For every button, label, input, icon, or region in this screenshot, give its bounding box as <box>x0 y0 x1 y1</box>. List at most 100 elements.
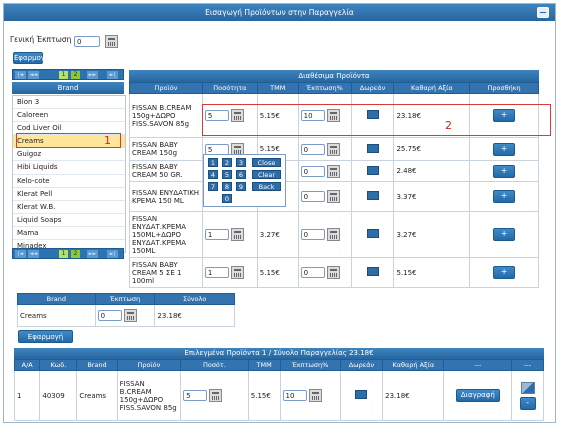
prev-page-button[interactable]: ◄◄ <box>28 250 39 258</box>
col-free: Δωρεάν <box>339 359 384 371</box>
calculator-icon[interactable] <box>231 266 245 279</box>
key-5[interactable]: 5 <box>222 170 232 179</box>
discount-input[interactable]: 0 <box>300 267 325 278</box>
discount-input[interactable]: 0 <box>300 229 325 240</box>
brand-item[interactable]: Mama <box>13 227 125 241</box>
collapse-icon[interactable] <box>537 7 549 18</box>
table-header-row: Brand Έκπτωση Σύνολο <box>17 293 235 305</box>
add-button[interactable]: + <box>493 190 516 203</box>
col-net-value: Καθαρή Αξία <box>382 359 445 371</box>
page-1-button[interactable]: 1 <box>59 250 68 258</box>
calculator-icon[interactable] <box>105 35 118 48</box>
key-1[interactable]: 1 <box>208 158 218 167</box>
table-row: FISSAN BABY CREAM 5 ΣΕ 1 100ml 1 5.15€ 0… <box>129 257 539 288</box>
apply-brand-discount-button[interactable]: Εφαρμογή <box>18 330 73 343</box>
col-aa: Α/Α <box>13 359 41 371</box>
table-row: FISSAN ΕΝΥΔΑΤ.ΚΡΕΜΑ 150ML+ΔΩΡΟ ΕΝΥΔΑΤ.ΚΡ… <box>129 211 539 258</box>
row-brand: Creams <box>76 370 118 421</box>
row-code: 40309 <box>39 370 78 421</box>
last-page-button[interactable]: ►| <box>107 71 118 79</box>
quantity-input[interactable]: 5 <box>204 143 229 155</box>
last-page-button[interactable]: ►| <box>107 250 118 258</box>
row-tmm: 5.15€ <box>247 370 281 421</box>
product-name: FISSAN BABY CREAM 5 ΣΕ 1 100ml <box>129 257 203 288</box>
delete-button[interactable]: Διαγραφή <box>455 389 500 402</box>
first-page-button[interactable]: |◄ <box>15 250 26 258</box>
free-cell <box>339 370 384 421</box>
key-2[interactable]: 2 <box>222 158 232 167</box>
free-toggle[interactable] <box>366 143 379 153</box>
discount-cell: 10 <box>279 370 341 421</box>
next-page-button[interactable]: ►► <box>87 250 98 258</box>
first-page-button[interactable]: |◄ <box>15 71 26 79</box>
brand-discount-input[interactable]: 0 <box>97 310 122 321</box>
brand-item[interactable]: Guigoz <box>13 148 125 162</box>
add-cell: + <box>469 257 539 288</box>
add-button[interactable]: + <box>493 266 516 279</box>
quantity-cell: 1 <box>201 211 258 258</box>
page-2-button[interactable]: 2 <box>71 71 80 79</box>
calculator-icon[interactable] <box>209 389 223 402</box>
brand-item[interactable]: Hibi Liquids <box>13 161 125 175</box>
brand-item[interactable]: Klerat W.B. <box>13 201 125 214</box>
product-name: FISSAN B.CREAM 150g+ΔΩΡΟ FISS.SAVON 85g <box>129 93 203 138</box>
brand-item[interactable]: Bion 3 <box>13 96 125 110</box>
close-key[interactable]: Close <box>252 158 281 167</box>
calculator-icon[interactable] <box>326 164 340 178</box>
brand-list-header: Brand <box>12 82 124 94</box>
prev-page-button[interactable]: ◄◄ <box>28 71 39 79</box>
delete-cell: Διαγραφή <box>443 370 513 421</box>
page-2-button[interactable]: 2 <box>71 250 80 258</box>
key-6[interactable]: 6 <box>236 170 246 179</box>
brand-item[interactable]: Klerat Pell <box>13 188 125 201</box>
col-net-value: Καθαρή Αξία <box>393 82 471 94</box>
discount-input[interactable]: 0 <box>300 191 325 202</box>
free-toggle[interactable] <box>366 165 379 175</box>
free-toggle[interactable] <box>366 229 379 238</box>
free-toggle[interactable] <box>366 191 379 200</box>
back-key[interactable]: Back <box>252 182 281 191</box>
free-toggle[interactable] <box>355 390 368 399</box>
free-toggle[interactable] <box>366 267 379 276</box>
discount-input[interactable]: 0 <box>300 165 325 177</box>
calculator-icon[interactable] <box>326 190 340 203</box>
key-3[interactable]: 3 <box>236 158 246 167</box>
brand-item[interactable]: Kelo-cote <box>13 175 125 188</box>
general-discount-input[interactable]: 0 <box>74 36 100 47</box>
discount-input[interactable]: 10 <box>282 390 307 401</box>
quantity-input[interactable]: 1 <box>204 229 229 240</box>
key-4[interactable]: 4 <box>208 170 218 179</box>
calculator-icon[interactable] <box>231 228 245 241</box>
calculator-icon[interactable] <box>123 309 137 322</box>
brand-item[interactable]: Caloreen <box>13 109 125 123</box>
page-1-button[interactable]: 1 <box>59 71 68 79</box>
product-name: FISSAN ΕΝΥΔΑΤΙΚΗ ΚΡΕΜΑ 150 ML <box>129 181 203 212</box>
col-discount: Έκπτωση% <box>297 82 352 94</box>
key-8[interactable]: 8 <box>222 182 232 191</box>
brand-item[interactable]: Liquid Soaps <box>13 214 125 227</box>
calculator-icon[interactable] <box>326 228 340 241</box>
clear-key[interactable]: Clear <box>252 170 281 179</box>
apply-general-discount-button[interactable]: Εφαρμογή <box>13 52 49 64</box>
quantity-cell: 1 <box>201 257 258 288</box>
add-button[interactable]: + <box>493 228 516 241</box>
add-button[interactable]: + <box>493 142 516 156</box>
calculator-icon[interactable] <box>308 389 322 402</box>
quantity-input[interactable]: 1 <box>204 267 229 278</box>
table-row: FISSAN ΕΝΥΔΑΤΙΚΗ ΚΡΕΜΑ 150 ML 0 3.37€ + <box>129 181 539 212</box>
net-value: 5.15€ <box>393 257 471 288</box>
calculator-icon[interactable] <box>326 142 340 156</box>
next-page-button[interactable]: ►► <box>87 71 98 79</box>
key-7[interactable]: 7 <box>208 182 218 191</box>
add-button[interactable]: + <box>493 164 516 178</box>
quantity-input[interactable]: 5 <box>183 390 208 401</box>
key-0[interactable]: 0 <box>222 194 232 203</box>
key-9[interactable]: 9 <box>236 182 246 191</box>
calculator-icon[interactable] <box>326 266 340 279</box>
edit-icon[interactable] <box>520 381 535 394</box>
col-quantity: Ποσότητα <box>201 82 258 94</box>
discount-input[interactable]: 0 <box>300 143 325 155</box>
col-action-1: --- <box>443 359 513 371</box>
net-value: 25.75€ <box>393 137 471 161</box>
decrease-button[interactable]: - <box>519 396 536 410</box>
